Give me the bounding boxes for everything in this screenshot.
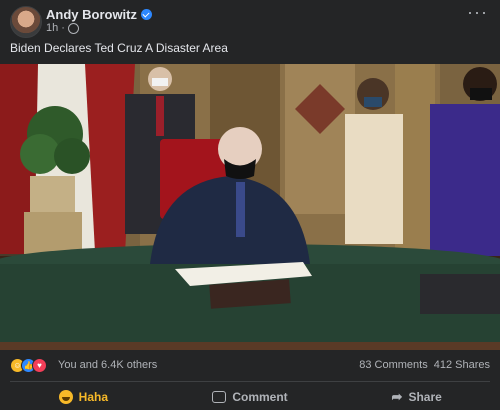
comments-count[interactable]: 83 Comments <box>359 359 427 371</box>
author-name[interactable]: Andy Borowitz <box>46 7 137 22</box>
post-photo[interactable] <box>0 64 500 350</box>
globe-icon <box>67 22 79 34</box>
share-button[interactable]: ➦ Share <box>333 383 500 410</box>
post-caption: Biden Declares Ted Cruz A Disaster Area <box>10 41 228 55</box>
comment-icon <box>212 390 227 403</box>
comment-label: Comment <box>232 389 288 404</box>
haha-reaction-icon <box>58 389 73 404</box>
reactions-bar: ☺ 👍 ♥ You and 6.4K others 83 Comments 41… <box>0 352 500 378</box>
share-label: Share <box>408 389 442 404</box>
post-header: Andy Borowitz 1h · ··· Biden Declares Te… <box>0 0 500 64</box>
post-actions: Haha Comment ➦ Share <box>0 383 500 410</box>
engagement-counts: 83 Comments 412 Shares <box>359 359 490 371</box>
divider <box>10 381 490 382</box>
avatar[interactable] <box>10 6 42 38</box>
more-options-icon[interactable]: ··· <box>467 2 488 23</box>
haha-button[interactable]: Haha <box>0 383 167 410</box>
post-meta: 1h · <box>46 22 79 34</box>
share-icon: ➦ <box>391 388 403 404</box>
shares-count[interactable]: 412 Shares <box>434 359 490 371</box>
post-time[interactable]: 1h <box>46 22 58 34</box>
reaction-icons[interactable]: ☺ 👍 ♥ <box>10 358 47 373</box>
love-icon: ♥ <box>32 358 47 373</box>
haha-label: Haha <box>78 389 108 404</box>
photo-illustration <box>0 64 500 350</box>
comment-button[interactable]: Comment <box>167 383 334 410</box>
meta-separator: · <box>61 22 65 34</box>
verified-badge-icon <box>141 9 152 20</box>
author[interactable]: Andy Borowitz <box>46 7 152 22</box>
reaction-summary[interactable]: You and 6.4K others <box>58 359 157 371</box>
